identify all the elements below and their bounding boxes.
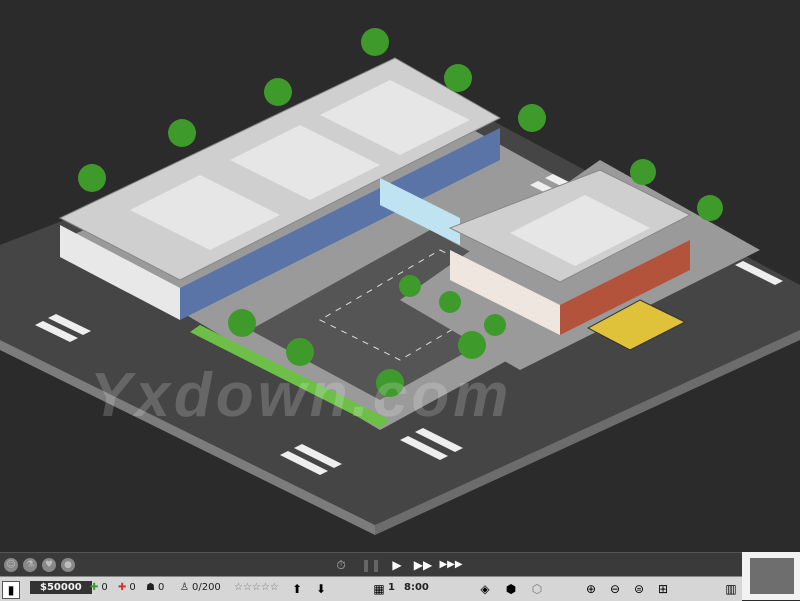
upgrade-arrow-icon[interactable]: ⬆: [290, 581, 304, 597]
fast-forward-icon[interactable]: ▶▶: [414, 558, 432, 572]
fastest-icon[interactable]: ▶▶▶: [439, 558, 462, 572]
eye-view-icon[interactable]: ◈: [476, 581, 494, 597]
calendar-icon: ▦: [373, 582, 385, 596]
zoom-reset-icon[interactable]: ⊜: [630, 581, 648, 597]
staff-icon: ☗: [146, 582, 155, 593]
clock-time: 8:00: [404, 582, 429, 593]
nurse-icon: ✚: [118, 582, 127, 593]
minimap-box: [750, 558, 794, 594]
hospital-rating-stars: ☆☆☆☆☆: [234, 582, 279, 593]
day-number: 1: [388, 582, 395, 593]
patient-capacity: ♙ 0/200: [180, 582, 221, 593]
cube-view-icon[interactable]: ⬡: [528, 581, 546, 597]
doctor-icon: ✚: [90, 582, 99, 593]
play-icon[interactable]: ▶: [390, 558, 404, 572]
hospital-map-view[interactable]: [0, 0, 800, 552]
smile-icon[interactable]: ☺: [4, 558, 18, 572]
pause-icon[interactable]: ❚❚: [361, 558, 381, 572]
zoom-fit-icon[interactable]: ⊞: [654, 581, 672, 597]
staff-count: ☗ 0: [146, 582, 164, 593]
zoom-out-icon[interactable]: ⊖: [606, 581, 624, 597]
patient-icon: ♙: [180, 582, 189, 593]
doctor-count: ✚ 0: [90, 582, 108, 593]
staff-count-value: 0: [157, 582, 165, 593]
game-status-bar: ▮ $50000 ✚ 0 ✚ 0 ☗ 0 ♙ 0/200 ☆☆☆☆☆ ⬆ ⬇ ▦…: [0, 576, 742, 601]
stopwatch-icon: ⏱: [336, 558, 346, 572]
money-display: $50000: [30, 581, 92, 594]
stats-chart-icon[interactable]: ▮: [2, 581, 20, 599]
zoom-in-icon[interactable]: ⊕: [582, 581, 600, 597]
layers-view-icon[interactable]: ⬢: [502, 581, 520, 597]
download-arrow-icon[interactable]: ⬇: [314, 581, 328, 597]
nurse-count: ✚ 0: [118, 582, 136, 593]
nurse-count-value: 0: [129, 582, 136, 593]
heart-icon[interactable]: ♥: [42, 558, 56, 572]
trash-icon[interactable]: ▥: [724, 581, 738, 597]
flask-icon[interactable]: ⚗: [23, 558, 37, 572]
doctor-count-value: 0: [101, 582, 108, 593]
globe-icon[interactable]: ●: [61, 558, 75, 572]
game-toolbar-top: ☺ ⚗ ♥ ● ⏱ ❚❚ ▶ ▶▶ ▶▶▶: [0, 552, 742, 577]
minimap-preview[interactable]: [742, 552, 800, 600]
patient-capacity-value: 0/200: [191, 582, 221, 593]
